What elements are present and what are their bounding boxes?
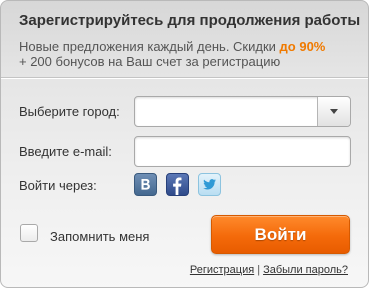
city-select[interactable] (134, 96, 351, 127)
discount-highlight: до 90% (279, 39, 326, 54)
social-login-label: Войти через: (19, 178, 97, 193)
email-label: Введите e-mail: (19, 144, 112, 159)
subtitle-text: Новые предложения каждый день. Скидки (19, 39, 280, 54)
panel-subtitle: Новые предложения каждый день. Скидки до… (19, 39, 325, 69)
login-button[interactable]: Войти (211, 215, 350, 254)
remember-me-label: Запомнить меня (50, 229, 150, 244)
footer-links: Регистрация | Забыли пароль? (190, 264, 348, 276)
bonus-text: + 200 бонусов на Ваш счет за регистрацию (19, 54, 281, 69)
registration-panel: Зарегистрируйтесь для продолжения работы… (0, 0, 369, 288)
facebook-icon[interactable] (166, 173, 189, 196)
register-link[interactable]: Регистрация (190, 264, 254, 276)
panel-title: Зарегистрируйтесь для продолжения работы (19, 12, 361, 29)
forgot-password-link[interactable]: Забыли пароль? (263, 264, 348, 276)
chevron-down-icon (330, 109, 338, 114)
link-separator: | (257, 264, 261, 276)
remember-me-checkbox[interactable] (20, 224, 38, 242)
header-divider (1, 77, 368, 78)
city-label: Выберите город: (19, 104, 120, 119)
twitter-icon[interactable] (198, 173, 221, 196)
city-dropdown-button[interactable] (317, 97, 350, 126)
vkontakte-icon[interactable] (134, 173, 157, 196)
email-field[interactable] (134, 136, 351, 167)
